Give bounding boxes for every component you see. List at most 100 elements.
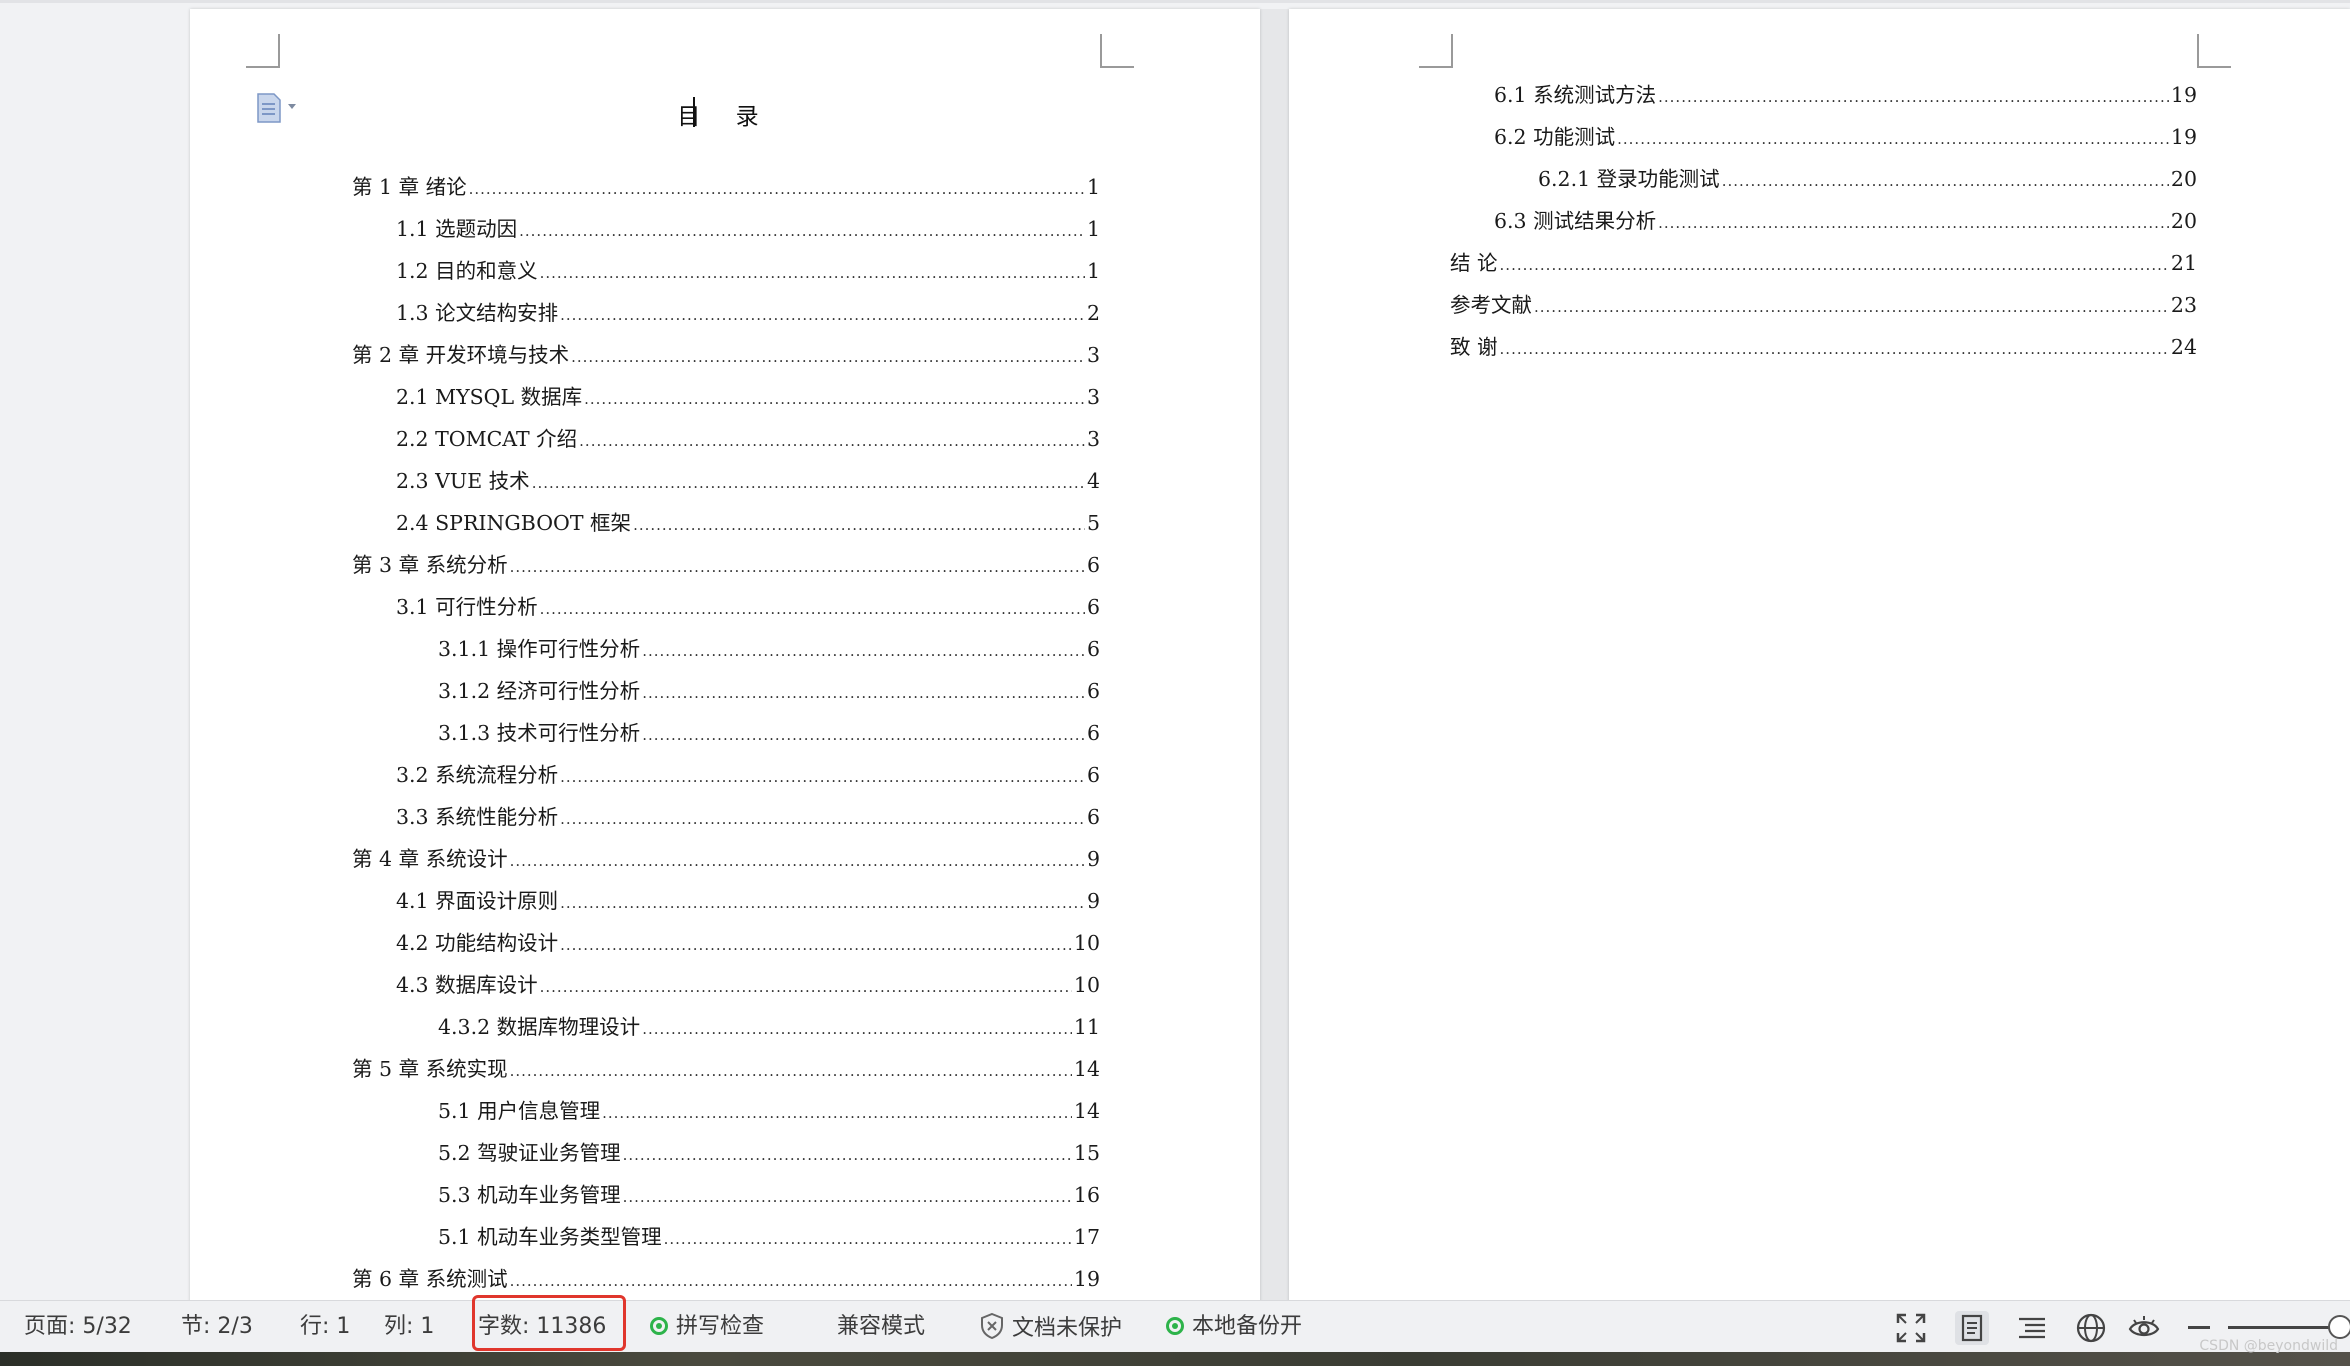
toc-leader-dots — [1500, 333, 2169, 363]
row-indicator[interactable]: 行: 1 — [300, 1313, 350, 1341]
spell-check-status-icon — [650, 1317, 668, 1335]
web-view-icon[interactable] — [2074, 1311, 2108, 1345]
toc-entry-title: 第 6 章 系统测试 — [352, 1267, 508, 1291]
toc-entry[interactable]: 3.1.1 操作可行性分析 6 — [438, 635, 1100, 663]
toc-entry[interactable]: 4.3.2 数据库物理设计 11 — [438, 1013, 1100, 1041]
shield-icon — [981, 1313, 1003, 1339]
toc-entry[interactable]: 2.3 VUE 技术 4 — [396, 467, 1100, 495]
eye-protection-icon[interactable] — [2127, 1311, 2161, 1345]
toc-leader-dots — [1658, 207, 2169, 237]
zoom-out-button[interactable] — [2188, 1326, 2210, 1329]
toc-entry-title: 6.2 功能测试 — [1494, 125, 1616, 149]
toc-entry-page: 19 — [2170, 125, 2197, 149]
toc-entry[interactable]: 5.2 驾驶证业务管理 15 — [438, 1139, 1100, 1167]
document-page-right[interactable]: 6.1 系统测试方法19 6.2 功能测试 19 6.2.1 登录功能测试20 6.3 … — [1289, 9, 2350, 1303]
toc-entry[interactable]: 6.2 功能测试 19 — [1494, 123, 2197, 151]
toc-entry-page: 17 — [1073, 1225, 1100, 1249]
toc-entry[interactable]: 3.1.3 技术可行性分析 6 — [438, 719, 1100, 747]
toc-entry-title: 致 谢 — [1450, 335, 1498, 359]
toc-leader-dots — [571, 341, 1085, 371]
toc-entry[interactable]: 6.1 系统测试方法 19 — [1494, 81, 2197, 109]
toc-entry[interactable]: 4.3 数据库设计 10 — [396, 971, 1100, 999]
toc-entry-title: 1.1 选题动因 — [396, 217, 518, 241]
toc-entry[interactable]: 第 6 章 系统测试 19 — [352, 1265, 1100, 1293]
outline-view-icon[interactable] — [2015, 1311, 2049, 1345]
toc-leader-dots — [560, 929, 1072, 959]
compat-mode-label[interactable]: 兼容模式 — [837, 1313, 925, 1341]
toc-entry-page: 1 — [1086, 175, 1100, 199]
toc-entry-page: 2 — [1086, 301, 1100, 325]
toc-entry-title: 第 5 章 系统实现 — [352, 1057, 508, 1081]
toc-entry[interactable]: 1.1 选题动因 1 — [396, 215, 1100, 243]
toc-entry-page: 24 — [2170, 335, 2197, 359]
toc-entry-title: 3.2 系统流程分析 — [396, 763, 559, 787]
toc-entry[interactable]: 6.3 测试结果分析 20 — [1494, 207, 2197, 235]
toc-entry[interactable]: 第 1 章 绪论 1 — [352, 173, 1100, 201]
toc-entry[interactable]: 3.1 可行性分析 6 — [396, 593, 1100, 621]
document-page-left[interactable]: 目 录 第 1 章 绪论 1 1.1 选题动因 1 1.2 目的和意义 1 1.3 论文结构… — [190, 9, 1260, 1303]
toc-entry[interactable]: 3.1.2 经济可行性分析 6 — [438, 677, 1100, 705]
toc-entry[interactable]: 3.2 系统流程分析 6 — [396, 761, 1100, 789]
toc-entry-page: 6 — [1086, 679, 1100, 703]
toc-leader-dots — [633, 509, 1085, 539]
toc-entry[interactable]: 第 4 章 系统设计 9 — [352, 845, 1100, 873]
zoom-slider-handle[interactable] — [2328, 1315, 2350, 1339]
page-gutter — [1260, 9, 1289, 1303]
toc-entry-title: 6.3 测试结果分析 — [1494, 209, 1657, 233]
toc-entry[interactable]: 结 论 21 — [1450, 249, 2197, 277]
toc-entry[interactable]: 致 谢 24 — [1450, 333, 2197, 361]
margin-corner-top-left — [1419, 34, 1453, 68]
toc-entry[interactable]: 第 3 章 系统分析 6 — [352, 551, 1100, 579]
toc-entry[interactable]: 第 5 章 系统实现 14 — [352, 1055, 1100, 1083]
toc-entry-page: 5 — [1086, 511, 1100, 535]
toc-entry[interactable]: 5.1 机动车业务类型管理 17 — [438, 1223, 1100, 1251]
column-indicator[interactable]: 列: 1 — [384, 1313, 434, 1341]
toc-leader-dots — [1658, 81, 2169, 111]
toc-leader-dots — [540, 971, 1072, 1001]
toc-entry-title: 5.2 驾驶证业务管理 — [438, 1141, 621, 1165]
toc-entry[interactable]: 6.2.1 登录功能测试 20 — [1538, 165, 2197, 193]
page-indicator[interactable]: 页面: 5/32 — [24, 1313, 132, 1341]
toc-leader-dots — [642, 635, 1085, 665]
toc-entry-title: 2.4 SPRINGBOOT 框架 — [396, 511, 632, 535]
toc-entry[interactable]: 2.4 SPRINGBOOT 框架 5 — [396, 509, 1100, 537]
toc-entry-page: 16 — [1073, 1183, 1100, 1207]
toc-entry[interactable]: 参考文献 23 — [1450, 291, 2197, 319]
toc-entry-title: 3.1 可行性分析 — [396, 595, 538, 619]
spell-check-button[interactable]: 拼写检查 — [650, 1313, 764, 1341]
toc-leader-dots — [1722, 165, 2169, 195]
toc-leader-dots — [540, 593, 1085, 623]
document-workspace: 目 录 第 1 章 绪论 1 1.1 选题动因 1 1.2 目的和意义 1 1.3 论文结构… — [0, 0, 2350, 1303]
toc-entry[interactable]: 4.1 界面设计原则 9 — [396, 887, 1100, 915]
toc-entry[interactable]: 2.2 TOMCAT 介绍 3 — [396, 425, 1100, 453]
toc-entry[interactable]: 3.3 系统性能分析 6 — [396, 803, 1100, 831]
toc-entry-title: 5.1 机动车业务类型管理 — [438, 1225, 662, 1249]
toc-entry-page: 15 — [1073, 1141, 1100, 1165]
toc-entry-title: 1.2 目的和意义 — [396, 259, 538, 283]
toc-entry[interactable]: 第 2 章 开发环境与技术 3 — [352, 341, 1100, 369]
margin-corner-top-right — [1100, 34, 1134, 68]
toc-leader-dots — [1617, 123, 2169, 153]
local-backup-button[interactable]: 本地备份开 — [1166, 1313, 1302, 1341]
page-view-icon[interactable] — [1955, 1311, 1989, 1345]
toc-entry[interactable]: 1.2 目的和意义 1 — [396, 257, 1100, 285]
section-indicator[interactable]: 节: 2/3 — [181, 1313, 253, 1341]
toc-entry[interactable]: 2.1 MYSQL 数据库 3 — [396, 383, 1100, 411]
spell-check-label: 拼写检查 — [676, 1314, 765, 1339]
toc-entry-page: 19 — [1073, 1267, 1100, 1291]
toc-entry-page: 6 — [1086, 721, 1100, 745]
toc-entry-title: 5.1 用户信息管理 — [438, 1099, 601, 1123]
backup-status-icon — [1166, 1317, 1184, 1335]
toc-entry[interactable]: 5.3 机动车业务管理 16 — [438, 1181, 1100, 1209]
toc-entry[interactable]: 1.3 论文结构安排 2 — [396, 299, 1100, 327]
zoom-slider-track[interactable] — [2228, 1326, 2338, 1329]
toc-entry-title: 2.2 TOMCAT 介绍 — [396, 427, 578, 451]
toc-entry-page: 3 — [1086, 343, 1100, 367]
toc-entry-title: 2.3 VUE 技术 — [396, 469, 530, 493]
fullscreen-icon[interactable] — [1894, 1311, 1928, 1345]
toc-entry-page: 6 — [1086, 763, 1100, 787]
watermark: CSDN @beyondwild — [2199, 1338, 2338, 1354]
protection-button[interactable]: 文档未保护 — [980, 1313, 1122, 1343]
toc-entry[interactable]: 4.2 功能结构设计 10 — [396, 929, 1100, 957]
toc-entry[interactable]: 5.1 用户信息管理 14 — [438, 1097, 1100, 1125]
